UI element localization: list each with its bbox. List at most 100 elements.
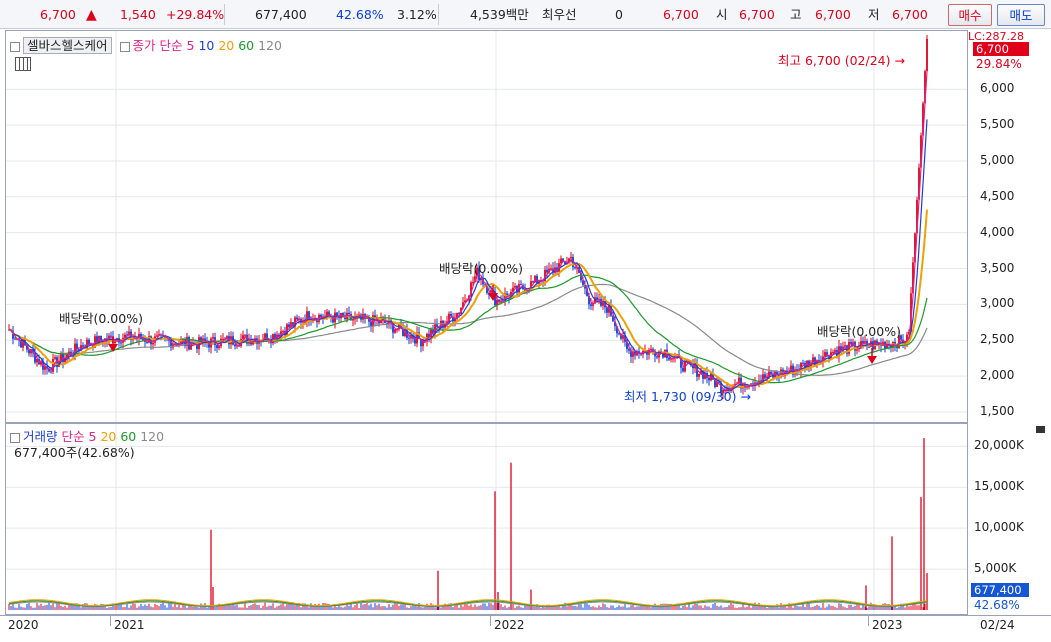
arrow-right-icon: → (740, 389, 751, 404)
low-annotation-text: 최저 1,730 (09/30) (624, 389, 737, 404)
candle-body (868, 346, 870, 348)
x-label-2020: 2020 (8, 618, 39, 632)
candle-body (574, 267, 576, 269)
candle-body (50, 371, 52, 373)
price-chart-canvas[interactable] (6, 31, 967, 422)
panel-menu-icon[interactable] (1036, 426, 1045, 433)
open-label: 시 (716, 7, 728, 22)
candle-body (296, 317, 298, 320)
candle-body (668, 357, 670, 360)
volume-y-axis[interactable]: 20,000K 15,000K 10,000K 5,000K 677,400 42.6… (968, 423, 1051, 615)
dividend-label-1: 배당락(0.00%) (59, 311, 143, 326)
legend-toggle-icon[interactable] (10, 41, 20, 52)
current-change-badge: 29.84% (976, 57, 1022, 71)
y-tick-label: 5,000 (980, 152, 1015, 167)
legend-toggle-icon[interactable] (119, 41, 130, 52)
candle-body (212, 337, 214, 339)
candle-body (120, 342, 122, 344)
candle-body (450, 313, 452, 317)
candle-body (336, 312, 338, 316)
legend-type: 단순 (159, 38, 183, 53)
legend-ma5: 5 (186, 38, 195, 53)
candle-body (436, 324, 438, 327)
volume-ratio: 42.68% (336, 7, 384, 22)
candle-body (394, 329, 396, 333)
candle-body (844, 345, 846, 347)
buy-button[interactable]: 매수 (948, 4, 992, 26)
current-price-badge: 6,700 (973, 42, 1029, 56)
stock-name[interactable]: 셀바스헬스케어 (23, 37, 112, 54)
candle-body (606, 307, 608, 313)
low-label: 저 (868, 7, 880, 22)
high-annotation: 최고 6,700 (02/24) → (778, 50, 905, 69)
legend-toggle-icon[interactable] (10, 432, 20, 443)
candle-body (216, 345, 218, 349)
candle-body (682, 367, 684, 372)
legend-ma60: 60 (238, 38, 255, 53)
candle-body (514, 285, 516, 288)
high-annotation-text: 최고 6,700 (02/24) (778, 53, 891, 68)
candle-body (14, 338, 16, 340)
current-volume-ratio: 42.68% (974, 598, 1020, 612)
up-arrow-icon: ▲ (86, 7, 97, 23)
volume-value: 677,400 (255, 7, 307, 22)
trade-amount: 4,539백만 (470, 7, 529, 22)
y-tick-label: 1,500 (980, 404, 1015, 418)
low-price: 6,700 (892, 7, 928, 22)
candle-body (82, 345, 84, 347)
candle-body (152, 342, 154, 345)
current-price: 6,700 (40, 7, 76, 22)
volume-tick-label: 20,000K (974, 438, 1024, 453)
candle-body (320, 314, 322, 318)
candle-body (650, 348, 652, 350)
moving-average-line (8, 209, 928, 389)
legend-close: 종가 (132, 38, 156, 53)
candle-body (590, 304, 592, 306)
candle-body (146, 341, 148, 343)
volume-tick-label: 5,000K (974, 561, 1017, 576)
price-change: 1,540 (120, 7, 156, 22)
x-label-end: 02/24 (980, 618, 1015, 632)
volume-info: 677,400주(42.68%) (14, 445, 135, 460)
grid-table-icon[interactable] (15, 57, 31, 71)
moving-average-line (8, 119, 928, 391)
candle-body (656, 356, 658, 358)
open-price: 6,700 (739, 7, 775, 22)
quote-bar: 6,700 ▲ 1,540 +29.84% 677,400 42.68% 3.1… (0, 0, 1051, 29)
volume-tick-label: 10,000K (974, 520, 1024, 535)
turnover-pct: 3.12% (397, 7, 437, 22)
y-tick-label: 2,500 (980, 332, 1015, 347)
candle-body (770, 371, 772, 374)
candle-body (926, 39, 928, 72)
candle-body (708, 377, 710, 381)
volume-chart-panel[interactable]: 거래량 단순 5 20 60 120 677,400주(42.68%) (5, 423, 968, 615)
current-volume-badge: 677,400 (971, 583, 1029, 597)
y-tick-label: 3,000 (980, 296, 1015, 311)
legend-ma10: 10 (198, 38, 215, 53)
volume-tick-label: 15,000K (974, 479, 1024, 494)
y-tick-label: 4,000 (980, 224, 1015, 239)
legend-ma20: 20 (218, 38, 235, 53)
low-annotation: 최저 1,730 (09/30) → (624, 386, 751, 405)
candle-body (54, 357, 56, 359)
x-axis[interactable]: 2020 2021 2022 2023 02/24 (0, 615, 1051, 642)
candle-body (520, 284, 522, 286)
price-y-axis[interactable]: LC:287.28 6,700 29.84% 6,000 5,500 5,000 4,… (968, 30, 1051, 423)
legend-ma120: 120 (258, 38, 282, 53)
y-tick-label: 2,000 (980, 368, 1015, 383)
candle-body (818, 360, 820, 362)
candle-body (348, 312, 350, 315)
candle-body (234, 344, 236, 347)
moving-average-line (8, 274, 928, 384)
candle-body (812, 357, 814, 363)
dividend-label-2: 배당락(0.00%) (439, 261, 523, 276)
best-bid-value: 0 (615, 7, 623, 22)
volume-chart-canvas[interactable] (6, 424, 967, 614)
dividend-arrow-icon (867, 356, 877, 364)
price-chart-panel[interactable]: 셀바스헬스케어 종가 단순 5 10 20 60 120 최고 6,700 (0… (5, 30, 968, 423)
candle-body (850, 342, 852, 344)
candle-body (282, 331, 284, 333)
high-label: 고 (790, 7, 802, 22)
sell-button[interactable]: 매도 (997, 4, 1045, 26)
candle-body (856, 349, 858, 351)
